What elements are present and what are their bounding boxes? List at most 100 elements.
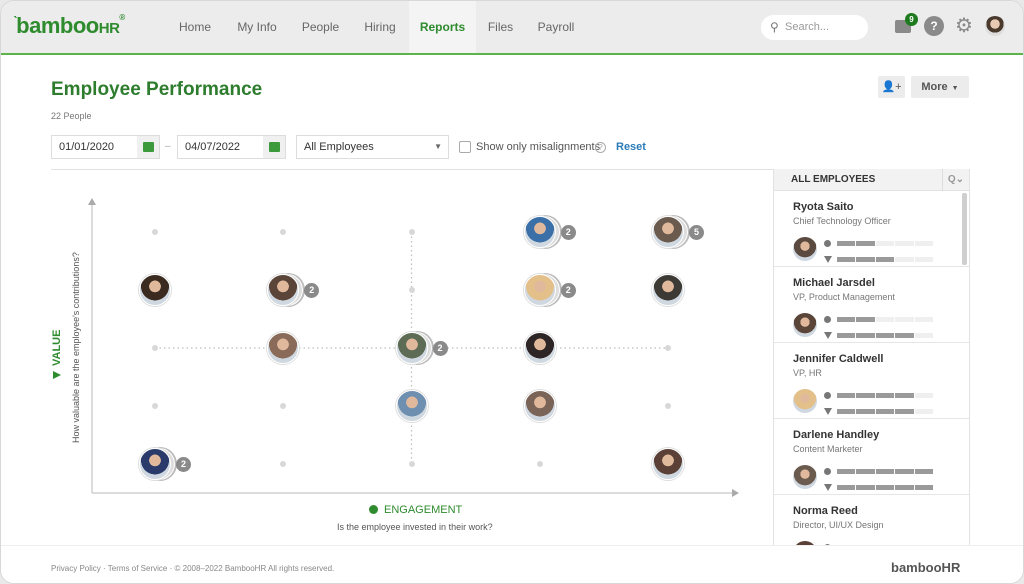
employee-avatar bbox=[793, 313, 817, 337]
employee-job-title: Director, UI/UX Design bbox=[793, 520, 884, 530]
employee-avatar[interactable] bbox=[267, 332, 300, 364]
y-axis-subtitle: How valuable are the employee's contribu… bbox=[71, 252, 81, 443]
group-count-badge[interactable]: 2 bbox=[176, 457, 191, 472]
group-count-badge[interactable]: 5 bbox=[689, 225, 704, 240]
bar-segment bbox=[895, 317, 914, 322]
employee-card[interactable]: Ryota Saito Chief Technology Officer bbox=[774, 191, 969, 267]
employee-list: Ryota Saito Chief Technology Officer Micha… bbox=[774, 191, 969, 545]
grid-dot bbox=[665, 403, 671, 409]
employee-avatar[interactable] bbox=[395, 390, 428, 422]
bar-segment bbox=[914, 241, 934, 246]
bar-segment bbox=[875, 409, 895, 414]
group-count-badge[interactable]: 2 bbox=[560, 283, 576, 298]
employee-card[interactable]: Norma Reed Director, UI/UX Design bbox=[774, 495, 969, 545]
engagement-bar bbox=[837, 317, 934, 322]
value-bar bbox=[837, 409, 934, 414]
employee-avatar[interactable] bbox=[139, 448, 171, 480]
bar-segment bbox=[914, 333, 934, 338]
employee-avatar[interactable] bbox=[652, 216, 684, 248]
bar-segment bbox=[837, 257, 856, 262]
bar-segment bbox=[837, 409, 856, 414]
employee-avatar[interactable] bbox=[523, 274, 556, 306]
search-filter-icon[interactable]: Q⌄ bbox=[942, 169, 969, 191]
terms-of-service-link[interactable]: Terms of Service bbox=[108, 564, 168, 573]
bar-segment bbox=[856, 469, 875, 474]
engagement-icon bbox=[824, 316, 831, 323]
bar-segment bbox=[914, 485, 934, 490]
bar-segment bbox=[895, 393, 914, 398]
bar-segment bbox=[856, 257, 875, 262]
bar-segment bbox=[856, 393, 875, 398]
bar-segment bbox=[914, 393, 934, 398]
employee-list-scrollbar[interactable] bbox=[962, 193, 967, 265]
value-bar bbox=[837, 333, 934, 338]
employee-avatar[interactable] bbox=[523, 216, 556, 248]
footer-links: Privacy Policy · Terms of Service · © 20… bbox=[51, 564, 335, 573]
bar-segment bbox=[875, 485, 895, 490]
employee-card[interactable]: Michael Jarsdel VP, Product Management bbox=[774, 267, 969, 343]
bar-segment bbox=[895, 333, 914, 338]
engagement-bar bbox=[837, 393, 934, 398]
employee-name: Ryota Saito bbox=[793, 201, 854, 213]
employee-name: Jennifer Caldwell bbox=[793, 353, 884, 365]
value-icon bbox=[824, 484, 832, 491]
bar-segment bbox=[837, 333, 856, 338]
grid-dot bbox=[665, 345, 671, 351]
bar-segment bbox=[856, 317, 875, 322]
bar-segment bbox=[914, 257, 934, 262]
employee-job-title: Content Marketer bbox=[793, 444, 863, 454]
grid-dot bbox=[408, 229, 415, 235]
engagement-icon bbox=[824, 392, 831, 399]
grid-dot bbox=[536, 461, 543, 467]
grid-dot bbox=[152, 345, 158, 351]
engagement-bar bbox=[837, 469, 934, 474]
y-axis-label: VALUE bbox=[51, 330, 63, 379]
grid-dot bbox=[152, 229, 158, 235]
bar-segment bbox=[856, 241, 875, 246]
bar-segment bbox=[875, 469, 895, 474]
employee-avatar[interactable] bbox=[395, 332, 428, 364]
x-axis-arrow bbox=[732, 489, 739, 497]
employee-avatar[interactable] bbox=[652, 274, 684, 306]
x-axis-subtitle: Is the employee invested in their work? bbox=[337, 522, 493, 532]
value-bar bbox=[837, 485, 934, 490]
employee-avatar bbox=[793, 237, 817, 261]
bar-segment bbox=[875, 333, 895, 338]
employee-list-header: ALL EMPLOYEES Q⌄ bbox=[774, 169, 969, 191]
bar-segment bbox=[914, 469, 934, 474]
engagement-icon bbox=[824, 240, 831, 247]
bar-segment bbox=[895, 469, 914, 474]
bar-segment bbox=[914, 409, 934, 414]
employee-avatar[interactable] bbox=[267, 274, 300, 306]
employee-job-title: VP, Product Management bbox=[793, 292, 895, 302]
x-axis-label: ENGAGEMENT bbox=[369, 504, 462, 516]
employee-avatar[interactable] bbox=[652, 448, 684, 480]
employee-avatar[interactable] bbox=[523, 332, 556, 364]
employee-avatar[interactable] bbox=[139, 274, 171, 306]
employee-name: Darlene Handley bbox=[793, 429, 880, 441]
group-count-badge[interactable]: 2 bbox=[432, 341, 448, 356]
bar-segment bbox=[875, 393, 895, 398]
value-icon bbox=[824, 408, 832, 415]
footer: Privacy Policy · Terms of Service · © 20… bbox=[1, 545, 1023, 583]
privacy-policy-link[interactable]: Privacy Policy bbox=[51, 564, 101, 573]
grid-dot bbox=[152, 403, 158, 409]
employee-avatar bbox=[793, 389, 817, 413]
value-icon bbox=[824, 256, 832, 263]
employee-list-panel: ALL EMPLOYEES Q⌄ Ryota Saito Chief Techno… bbox=[773, 169, 970, 545]
value-icon bbox=[53, 371, 61, 379]
employee-avatar[interactable] bbox=[523, 390, 556, 422]
bar-segment bbox=[856, 409, 875, 414]
employee-job-title: VP, HR bbox=[793, 368, 822, 378]
group-count-badge[interactable]: 2 bbox=[560, 225, 576, 240]
grid-dot bbox=[408, 287, 415, 293]
employee-card[interactable]: Jennifer Caldwell VP, HR bbox=[774, 343, 969, 419]
employee-card[interactable]: Darlene Handley Content Marketer bbox=[774, 419, 969, 495]
footer-logo: bambooHR bbox=[891, 560, 961, 575]
bar-segment bbox=[895, 485, 914, 490]
bar-segment bbox=[837, 317, 856, 322]
employee-avatar bbox=[793, 465, 817, 489]
bar-segment bbox=[875, 257, 895, 262]
employee-name: Norma Reed bbox=[793, 505, 858, 517]
bar-segment bbox=[837, 485, 856, 490]
